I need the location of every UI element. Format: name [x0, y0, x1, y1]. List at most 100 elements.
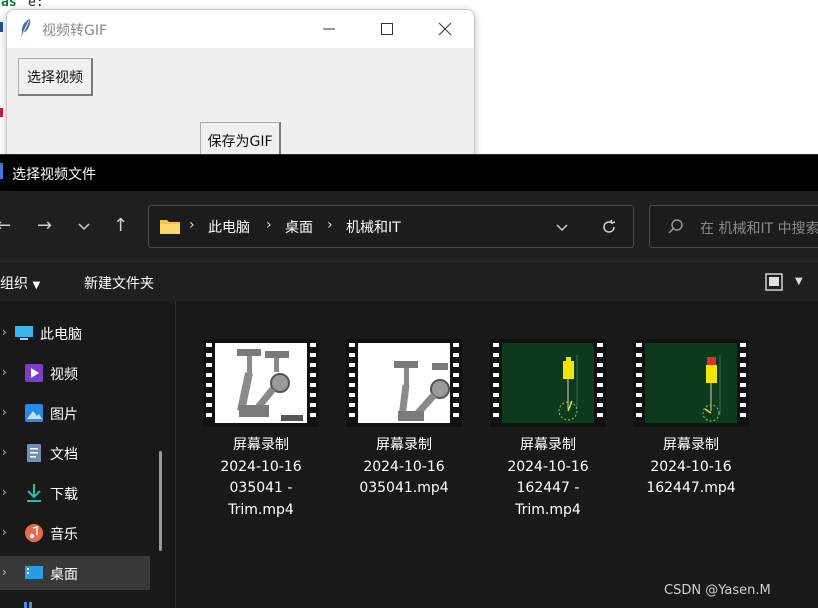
- navigation-pane: › 此电脑 › 视频 › 图片 › 文档 › 下载 › 音乐 › 桌面: [0, 301, 152, 608]
- breadcrumb-desktop[interactable]: 桌面: [285, 217, 313, 237]
- maximize-button[interactable]: [358, 10, 416, 48]
- close-button[interactable]: [416, 10, 474, 48]
- dialog-title: 选择视频文件: [12, 167, 96, 183]
- sidebar-item-label: 此电脑: [40, 327, 82, 343]
- file-name-line: 2024-10-16: [363, 458, 445, 475]
- app-title-bar[interactable]: 视频转GIF: [7, 10, 474, 48]
- folder-icon: [160, 220, 180, 234]
- sidebar-item-desktop[interactable]: › 桌面: [0, 556, 150, 590]
- sidebar-item-this-pc[interactable]: › 此电脑: [0, 316, 150, 350]
- sidebar-item-documents[interactable]: › 文档: [0, 436, 150, 470]
- organize-label: 组织: [0, 276, 28, 292]
- address-bar[interactable]: › 此电脑 › 桌面 › 机械和IT: [148, 205, 634, 248]
- drive-icon: [24, 602, 32, 608]
- forward-icon[interactable]: →: [37, 215, 52, 236]
- file-name-line: 屏幕录制: [520, 437, 576, 453]
- file-item[interactable]: 屏幕录制 2024-10-16 162447 - Trim.mp4: [490, 339, 606, 521]
- sidebar-item-label: 桌面: [50, 567, 78, 583]
- breadcrumb-separator-icon: ›: [327, 217, 333, 233]
- refresh-icon[interactable]: [601, 219, 617, 235]
- close-icon: [438, 22, 452, 36]
- sidebar-item-label: 下载: [50, 487, 78, 503]
- video-thumbnail-icon: [346, 339, 462, 427]
- chevron-right-icon[interactable]: ›: [2, 485, 7, 499]
- chevron-right-icon[interactable]: ›: [2, 325, 7, 339]
- sidebar-item-downloads[interactable]: › 下载: [0, 476, 150, 510]
- code-gutter-marker: [0, 108, 3, 117]
- chevron-right-icon[interactable]: ›: [2, 365, 7, 379]
- file-name-line: 屏幕录制: [376, 437, 432, 453]
- file-name-line: 2024-10-16: [650, 458, 732, 475]
- organize-menu[interactable]: 组织 ▼: [0, 273, 40, 293]
- watermark: CSDN @Yasen.M: [664, 583, 771, 598]
- music-icon: [25, 524, 43, 542]
- file-dialog: 选择视频文件 ← → ↑ › 此电脑 › 桌面 › 机械和IT 在 机械和IT …: [0, 154, 818, 608]
- feather-app-icon: [21, 19, 31, 37]
- sidebar-item-videos[interactable]: › 视频: [0, 356, 150, 390]
- pictures-folder-icon: [25, 404, 43, 422]
- file-item[interactable]: 屏幕录制 2024-10-16 035041 - Trim.mp4: [203, 339, 319, 521]
- file-name-line: 035041 -: [229, 480, 293, 496]
- sidebar-item-label: 文档: [50, 447, 78, 463]
- new-folder-button[interactable]: 新建文件夹: [84, 273, 154, 293]
- file-name-line: Trim.mp4: [228, 501, 294, 518]
- breadcrumb-current-folder[interactable]: 机械和IT: [346, 217, 401, 237]
- address-dropdown-chevron-icon[interactable]: [556, 224, 568, 232]
- command-bar: 组织 ▼ 新建文件夹 ▼: [0, 261, 818, 301]
- documents-folder-icon: [27, 444, 41, 462]
- search-placeholder: 在 机械和IT 中搜索: [700, 221, 818, 237]
- dialog-title-icon: [0, 163, 3, 179]
- chevron-right-icon[interactable]: ›: [2, 525, 7, 539]
- file-name-line: 2024-10-16: [507, 458, 589, 475]
- minimize-icon: [323, 28, 335, 30]
- file-name: 屏幕录制 2024-10-16 162447.mp4: [633, 435, 749, 500]
- view-mode-icon[interactable]: [765, 273, 783, 291]
- computer-icon: [15, 326, 33, 340]
- sidebar-scrollbar[interactable]: [159, 451, 162, 551]
- chevron-down-icon: ▼: [32, 280, 41, 291]
- sidebar-item-label: 视频: [50, 367, 78, 383]
- sidebar-item-music[interactable]: › 音乐: [0, 516, 150, 550]
- search-icon: [668, 219, 683, 234]
- dialog-title-bar[interactable]: 选择视频文件: [0, 154, 818, 191]
- select-video-button[interactable]: 选择视频: [18, 58, 93, 96]
- file-name: 屏幕录制 2024-10-16 162447 - Trim.mp4: [490, 435, 606, 521]
- sidebar-item-label: 音乐: [50, 527, 78, 543]
- breadcrumb-separator-icon: ›: [189, 217, 195, 233]
- recent-locations-chevron-icon[interactable]: [78, 223, 90, 231]
- file-name-line: 屏幕录制: [663, 437, 719, 453]
- video-folder-icon: [25, 364, 43, 382]
- download-icon: [27, 484, 41, 502]
- sidebar-item-label: 图片: [50, 407, 78, 423]
- video-thumbnail-icon: [490, 339, 606, 427]
- breadcrumb-this-pc[interactable]: 此电脑: [208, 217, 250, 237]
- view-options-chevron-icon[interactable]: ▼: [795, 276, 803, 287]
- chevron-right-icon[interactable]: ›: [2, 445, 7, 459]
- sidebar-item-pictures[interactable]: › 图片: [0, 396, 150, 430]
- search-box[interactable]: 在 机械和IT 中搜索: [649, 205, 818, 248]
- maximize-icon: [381, 23, 393, 35]
- sidebar-item-partial[interactable]: [0, 596, 150, 608]
- app-window: 视频转GIF 选择视频 保存为GIF: [6, 9, 475, 159]
- navigation-bar: ← → ↑ › 此电脑 › 桌面 › 机械和IT 在 机械和IT 中搜索: [0, 191, 818, 261]
- file-name-line: 2024-10-16: [220, 458, 302, 475]
- up-icon[interactable]: ↑: [113, 215, 128, 236]
- video-thumbnail-icon: [633, 339, 749, 427]
- video-thumbnail-icon: [203, 339, 319, 427]
- file-list: 屏幕录制 2024-10-16 035041 - Trim.mp4 屏幕录制 2…: [176, 301, 818, 608]
- file-name: 屏幕录制 2024-10-16 035041 - Trim.mp4: [203, 435, 319, 521]
- file-name-line: Trim.mp4: [515, 501, 581, 518]
- app-title: 视频转GIF: [42, 23, 108, 39]
- desktop-icon: [25, 566, 43, 579]
- breadcrumb-separator-icon: ›: [266, 217, 272, 233]
- chevron-right-icon[interactable]: ›: [2, 565, 7, 579]
- file-name-line: 屏幕录制: [233, 437, 289, 453]
- minimize-button[interactable]: [300, 10, 358, 48]
- file-item[interactable]: 屏幕录制 2024-10-16 035041.mp4: [346, 339, 462, 500]
- code-gutter-marker: [0, 22, 3, 32]
- file-item[interactable]: 屏幕录制 2024-10-16 162447.mp4: [633, 339, 749, 500]
- chevron-right-icon[interactable]: ›: [2, 405, 7, 419]
- file-name-line: 162447.mp4: [646, 480, 736, 496]
- back-icon[interactable]: ←: [0, 215, 11, 236]
- file-name-line: 035041.mp4: [359, 480, 449, 496]
